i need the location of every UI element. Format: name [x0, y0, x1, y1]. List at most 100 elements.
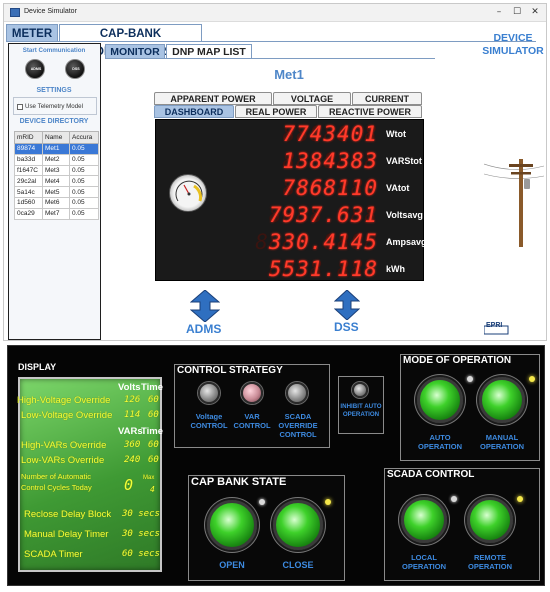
unit-vatot: VAtot [386, 183, 410, 193]
dss-arrow-label: DSS [334, 320, 359, 334]
vars-header: VARs [118, 426, 143, 437]
tab-current[interactable]: CURRENT [352, 92, 422, 105]
cap-bank-state-title: CAP BANK STATE [191, 476, 287, 488]
cap-bank-controller-panel: DISPLAY Volts Time High-Voltage Override… [7, 345, 545, 586]
control-strategy-title: CONTROL STRATEGY [177, 365, 283, 376]
settings-box: Use Telemetry Model [13, 97, 97, 115]
adms-connect-button[interactable]: ADMS [25, 59, 45, 79]
subtab-divider [105, 58, 435, 59]
manual-delay-label: Manual Delay Timer [24, 529, 109, 540]
auto-operation-label: AUTO OPERATION [417, 433, 463, 451]
tab-dashboard[interactable]: DASHBOARD [154, 105, 234, 118]
gauge-icon [169, 174, 207, 212]
cell-accuracy: 0.05 [69, 175, 99, 188]
tab-meter[interactable]: METER [6, 24, 58, 42]
column-header-accuracy[interactable]: Accura [69, 131, 99, 144]
scada-override-control-label: SCADA OVERRIDE CONTROL [278, 412, 318, 439]
reading-vatot: 7868110 [282, 176, 378, 200]
mode-of-operation-box: MODE OF OPERATION AUTO OPERATION MANUAL … [400, 354, 540, 461]
cell-accuracy: 0.05 [69, 143, 99, 155]
table-row[interactable]: f1647C Met3 0.05 [14, 164, 99, 177]
scada-timer-value: 60 secs [122, 549, 160, 559]
table-row[interactable]: 5a14c Met5 0.05 [14, 186, 99, 198]
telemetry-model-checkbox[interactable] [17, 104, 23, 110]
table-row[interactable]: ba33d Met2 0.05 [14, 153, 99, 166]
tab-voltage[interactable]: VOLTAGE [273, 92, 351, 105]
low-vars-override-time: 60 [148, 455, 159, 465]
adms-button-label: ADMS [30, 67, 42, 71]
minimize-button[interactable]: – [492, 6, 506, 19]
cell-name: Met6 [42, 196, 70, 209]
high-voltage-override-time: 60 [148, 395, 159, 405]
local-operation-label: LOCAL OPERATION [401, 553, 447, 571]
unit-voltsavg: Voltsavg [386, 210, 423, 220]
inhibit-auto-operation-button[interactable] [352, 382, 368, 398]
voltage-control-button[interactable] [198, 382, 220, 404]
cell-accuracy: 0.05 [69, 153, 99, 166]
reading-kwh: 5531.118 [268, 257, 378, 281]
cell-accuracy: 0.05 [69, 196, 99, 209]
tab-apparent-power[interactable]: APPARENT POWER [154, 92, 272, 105]
table-row[interactable]: 29c2al Met4 0.05 [14, 175, 99, 188]
app-icon [10, 8, 20, 17]
adms-arrow-label: ADMS [186, 322, 222, 336]
auto-cycles-value: 0 [124, 476, 134, 494]
manual-delay-value: 30 secs [122, 529, 160, 539]
manual-operation-button[interactable] [479, 377, 525, 423]
lcd-display: Volts Time High-Voltage Override 126 60 … [17, 377, 164, 572]
column-header-name[interactable]: Name [42, 131, 70, 144]
table-row[interactable]: 1d560 Met6 0.05 [14, 196, 99, 209]
cell-mrid: 5a14c [14, 186, 43, 198]
close-led [325, 499, 331, 505]
tab-dnp-map-list[interactable]: DNP MAP LIST [166, 44, 252, 59]
tab-divider [6, 41, 536, 42]
low-vars-override-label: Low-VARs Override [21, 455, 105, 466]
cell-name: Met2 [42, 153, 70, 166]
open-button[interactable] [207, 500, 257, 550]
display-title: DISPLAY [18, 362, 57, 372]
remote-operation-label: REMOTE OPERATION [467, 553, 513, 571]
scada-override-control-button[interactable] [286, 382, 308, 404]
close-cap-bank-button[interactable] [273, 500, 323, 550]
local-operation-button[interactable] [401, 497, 447, 543]
cell-name: Met7 [42, 207, 70, 220]
tab-cap-bank-controllers[interactable]: CAP-BANK CONTROLLERS [59, 24, 202, 58]
device-directory-table: mRID Name Accura 89874 Met1 0.05 ba33d Met2… [14, 131, 99, 220]
tab-monitor[interactable]: MONITOR [105, 44, 165, 59]
left-panel: Start Communication ADMS DSS SETTINGS Us… [8, 43, 101, 340]
time-header-2: Time [141, 426, 164, 437]
auto-operation-button[interactable] [417, 377, 463, 423]
volts-header: Volts [118, 382, 141, 393]
reading-varstot: 1384383 [282, 149, 378, 173]
maximize-button[interactable]: ☐ [510, 6, 524, 19]
tab-reactive-power[interactable]: REACTIVE POWER [318, 105, 422, 118]
cell-mrid: 0ca29 [14, 207, 43, 220]
low-voltage-override-time: 60 [148, 410, 159, 420]
telemetry-model-label: Use Telemetry Model [25, 103, 84, 110]
simulator-title: DEVICE SIMULATOR [482, 32, 544, 57]
settings-heading: SETTINGS [36, 87, 72, 94]
cell-accuracy: 0.05 [69, 186, 99, 198]
inhibit-auto-box: INHIBIT AUTO OPERATION [338, 376, 384, 434]
manual-operation-led [529, 376, 535, 382]
utility-pole-icon [483, 124, 545, 254]
reading-wtot: 7743401 [282, 122, 378, 146]
cell-mrid: f1647C [14, 164, 43, 177]
var-control-button[interactable] [241, 382, 263, 404]
cell-mrid: 29c2al [14, 175, 43, 188]
table-row[interactable]: 89874 Met1 0.05 [14, 143, 99, 155]
remote-operation-button[interactable] [467, 497, 513, 543]
tab-real-power[interactable]: REAL POWER [235, 105, 317, 118]
meter-title: Met1 [274, 67, 304, 82]
voltage-control-label: Voltage CONTROL [190, 412, 228, 430]
column-header-mrid[interactable]: mRID [14, 131, 43, 144]
dss-connect-button[interactable]: DSS [65, 59, 85, 79]
high-vars-override-label: High-VARs Override [21, 440, 107, 451]
table-row[interactable]: 0ca29 Met7 0.05 [14, 207, 99, 220]
max-label: Max [143, 475, 155, 481]
close-button[interactable]: ✕ [528, 6, 542, 19]
open-label: OPEN [219, 560, 245, 570]
scada-control-title: SCADA CONTROL [387, 469, 475, 480]
cell-name: Met1 [42, 143, 70, 155]
low-voltage-override-value: 114 [124, 410, 141, 420]
